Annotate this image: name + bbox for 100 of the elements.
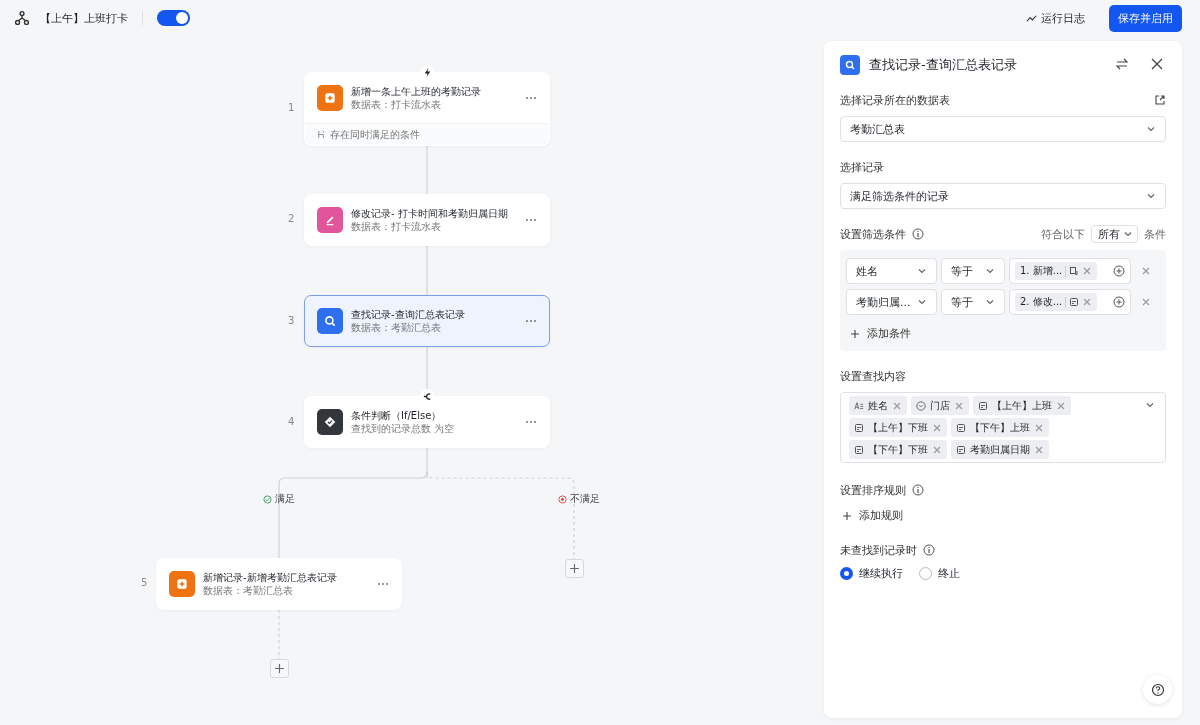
- step-number: 3: [288, 315, 295, 326]
- calendar-icon: [854, 444, 864, 455]
- branch-label: 不满足: [570, 492, 600, 506]
- field-label: 未查找到记录时: [840, 542, 917, 558]
- add-circle-icon[interactable]: [1113, 296, 1125, 308]
- panel-title: 查找记录-查询汇总表记录: [869, 56, 1018, 74]
- more-icon[interactable]: [525, 218, 537, 222]
- dropdown[interactable]: 考勤汇总表: [840, 116, 1166, 142]
- step-subtitle: 数据表：考勤汇总表: [351, 321, 442, 334]
- info-icon: [912, 228, 924, 240]
- remove-icon[interactable]: [1034, 422, 1044, 433]
- remove-icon[interactable]: [1056, 400, 1066, 411]
- radio-circle[interactable]: [919, 567, 932, 580]
- workflow-title: 【上午】上班打卡: [40, 10, 128, 26]
- dropdown[interactable]: 姓名: [846, 258, 937, 284]
- field-tag[interactable]: 考勤归属日期: [951, 440, 1049, 459]
- add-circle-icon[interactable]: [1113, 265, 1125, 277]
- value-field[interactable]: 2. 修改...: [1009, 289, 1131, 315]
- field-tag[interactable]: 【上午】上班: [973, 396, 1071, 415]
- calendar-icon: [956, 422, 966, 433]
- step-number: 2: [288, 213, 295, 224]
- calendar-icon: [854, 422, 864, 433]
- field-label: 设置查找内容: [840, 368, 906, 384]
- add-step-button[interactable]: [270, 659, 289, 678]
- remove-icon[interactable]: [1034, 444, 1044, 455]
- step-title: 修改记录- 打卡时间和考勤归属日期: [351, 207, 509, 220]
- branch-label: 满足: [275, 492, 295, 506]
- step-subtitle: 数据表：打卡流水表: [351, 220, 442, 233]
- field-label: 选择记录: [840, 159, 884, 175]
- step-number: 1: [288, 102, 295, 113]
- external-link-icon[interactable]: [1154, 94, 1166, 106]
- field-tag[interactable]: 门店: [911, 396, 969, 415]
- enable-toggle[interactable]: [157, 10, 190, 26]
- more-icon[interactable]: [525, 420, 537, 424]
- add-step-button[interactable]: [565, 559, 584, 578]
- step-card[interactable]: 查找记录-查询汇总表记录 数据表：考勤汇总表: [304, 295, 550, 347]
- dropdown[interactable]: 等于: [941, 289, 1005, 315]
- field-tag[interactable]: 【上午】下班: [849, 418, 947, 437]
- remove-icon[interactable]: [892, 400, 902, 411]
- step-card[interactable]: 新增记录-新增考勤汇总表记录 数据表：考勤汇总表: [156, 558, 402, 610]
- chevron-down-icon: [1145, 400, 1155, 410]
- help-button[interactable]: [1143, 675, 1172, 704]
- help-icon: [1150, 682, 1165, 697]
- field-tag[interactable]: 姓名: [849, 396, 907, 415]
- chevron-down-icon: [1146, 191, 1156, 201]
- save-button[interactable]: 保存并启用: [1109, 4, 1182, 32]
- step-card[interactable]: 新增一条上午上班的考勤记录 数据表：打卡流水表 存在同时满足的条件: [304, 72, 550, 146]
- step-card[interactable]: 条件判断（If/Else） 查找到的记录总数 为空: [304, 396, 550, 448]
- copy-icon: [1069, 266, 1080, 276]
- info-icon: [912, 484, 924, 496]
- search-icon: [840, 55, 860, 75]
- step-title: 新增一条上午上班的考勤记录: [351, 85, 482, 98]
- remove-icon[interactable]: [1082, 266, 1093, 276]
- more-icon[interactable]: [525, 319, 537, 323]
- chevron-circle-icon: [916, 400, 926, 411]
- trend-line-icon: [1026, 12, 1037, 24]
- add-rule-button[interactable]: 添加规则: [840, 504, 1166, 527]
- calendar-icon: [978, 400, 988, 411]
- radio-circle[interactable]: [840, 567, 853, 580]
- match-label: 条件: [1144, 226, 1166, 242]
- more-icon[interactable]: [377, 582, 389, 586]
- plus-square-icon: [169, 571, 195, 597]
- plus-icon: [850, 328, 860, 339]
- chevron-down-icon: [917, 266, 927, 276]
- value-tag[interactable]: 1. 新增...: [1015, 262, 1098, 280]
- remove-icon[interactable]: [1082, 297, 1093, 307]
- field-tag[interactable]: 【下午】上班: [951, 418, 1049, 437]
- dropdown[interactable]: 等于: [941, 258, 1005, 284]
- remove-icon[interactable]: [954, 400, 964, 411]
- more-icon[interactable]: [525, 96, 537, 100]
- multi-select-field[interactable]: 姓名 门店 【上午】上班 【上午】下班 【下午】上班 【下午】下班 考勤归属日期: [840, 392, 1166, 463]
- step-number: 5: [141, 577, 148, 588]
- diamond-check-icon: [317, 409, 343, 435]
- dropdown[interactable]: 考勤归属...: [846, 289, 937, 315]
- step-card[interactable]: 修改记录- 打卡时间和考勤归属日期 数据表：打卡流水表: [304, 194, 550, 246]
- step-subtitle: 数据表：打卡流水表: [351, 98, 442, 111]
- value-field[interactable]: 1. 新增...: [1009, 258, 1131, 284]
- calendar-icon: [956, 444, 966, 455]
- step-subtitle: 查找到的记录总数 为空: [351, 422, 456, 435]
- step-number: 4: [288, 416, 295, 427]
- radio-option[interactable]: 终止: [919, 566, 960, 581]
- dropdown[interactable]: 所有: [1091, 225, 1138, 243]
- chevron-down-icon: [985, 266, 995, 276]
- add-condition-button[interactable]: 添加条件: [846, 320, 915, 347]
- search-icon: [317, 308, 343, 334]
- remove-icon[interactable]: [932, 422, 942, 433]
- dropdown[interactable]: 满足筛选条件的记录: [840, 183, 1166, 209]
- remove-icon[interactable]: [932, 444, 942, 455]
- value-tag[interactable]: 2. 修改...: [1015, 293, 1098, 311]
- plus-icon: [569, 563, 580, 574]
- field-label: 选择记录所在的数据表: [840, 92, 950, 108]
- field-tag[interactable]: 【下午】下班: [849, 440, 947, 459]
- dot-circle-icon: [558, 494, 567, 504]
- chevron-down-icon: [1146, 124, 1156, 134]
- condition-note: 存在同时满足的条件: [330, 127, 420, 142]
- radio-option[interactable]: 继续执行: [840, 566, 903, 581]
- chevron-down-icon: [985, 297, 995, 307]
- run-log-button[interactable]: 运行日志: [1020, 6, 1091, 30]
- branch-icon: [420, 389, 434, 403]
- flow-icon: [14, 10, 30, 26]
